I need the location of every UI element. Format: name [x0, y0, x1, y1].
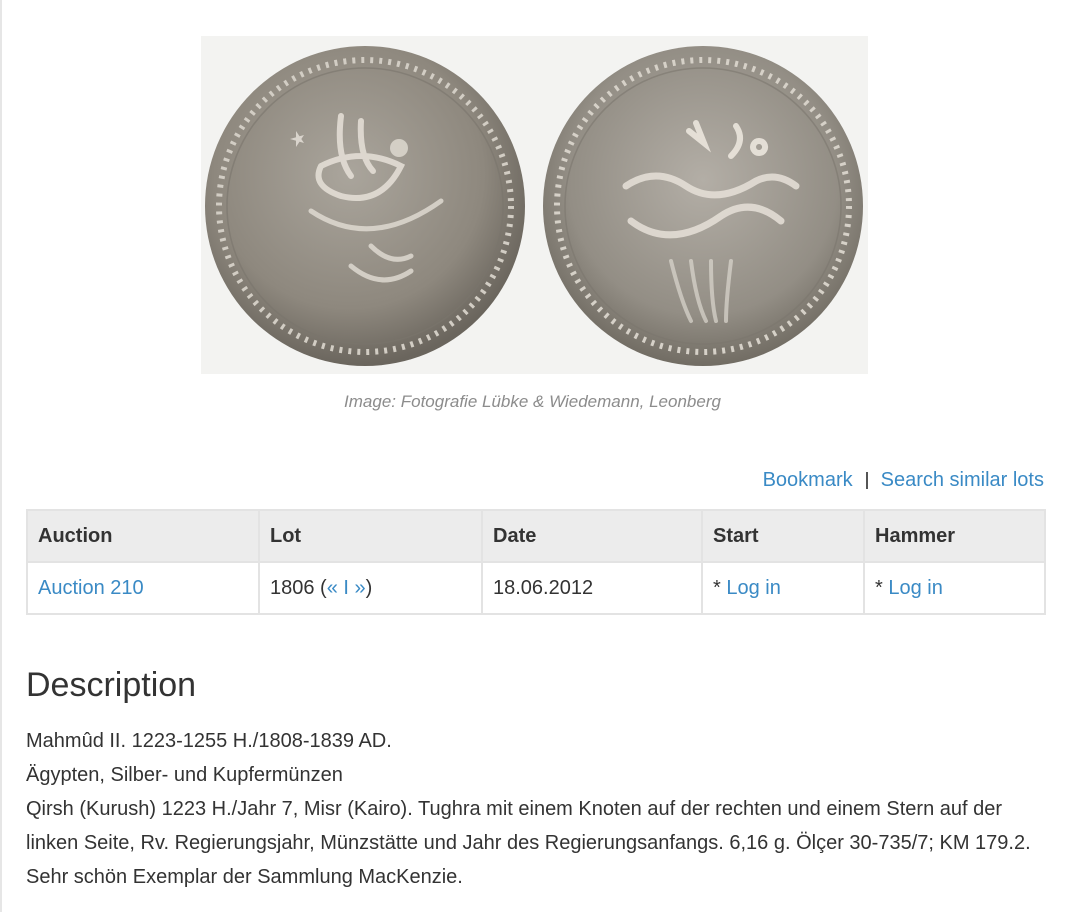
header-hammer: Hammer: [863, 509, 1046, 563]
description-body: Mahmûd II. 1223-1255 H./1808-1839 AD. Äg…: [26, 724, 1046, 894]
image-caption: Image: Fotografie Lübke & Wiedemann, Leo…: [344, 392, 721, 411]
start-asterisk: *: [713, 576, 727, 599]
table-header-row: Auction Lot Date Start Hammer: [26, 509, 1046, 563]
description-region: Ägypten, Silber- und Kupfermünzen: [26, 764, 343, 786]
left-border: [0, 0, 2, 912]
lot-paren-close: ): [365, 576, 373, 599]
hammer-asterisk: *: [875, 576, 889, 599]
description-heading: Description: [26, 666, 197, 704]
auction-table: Auction Lot Date Start Hammer Auction 21…: [26, 509, 1046, 615]
description-details: Qirsh (Kurush) 1223 H./Jahr 7, Misr (Kai…: [26, 798, 1031, 888]
start-login-link[interactable]: Log in: [726, 577, 781, 599]
auction-link[interactable]: Auction 210: [38, 577, 144, 599]
actions-separator: [865, 472, 868, 489]
description-ruler: Mahmûd II. 1223-1255 H./1808-1839 AD.: [26, 730, 392, 752]
header-lot: Lot: [258, 509, 483, 563]
header-auction: Auction: [26, 509, 260, 563]
cell-hammer: * Log in: [863, 561, 1046, 615]
lot-paren-open: (: [314, 576, 327, 599]
hammer-login-link[interactable]: Log in: [888, 577, 943, 599]
search-similar-lots-link[interactable]: Search similar lots: [881, 469, 1044, 492]
cell-lot: 1806 (« I »): [258, 561, 483, 615]
lot-actions: Bookmark Search similar lots: [763, 469, 1044, 492]
cell-start: * Log in: [701, 561, 865, 615]
cell-auction: Auction 210: [26, 561, 260, 615]
cell-date: 18.06.2012: [481, 561, 703, 615]
bookmark-link[interactable]: Bookmark: [763, 469, 853, 492]
table-row: Auction 210 1806 (« I ») 18.06.2012 * Lo…: [26, 561, 1046, 615]
next-lot-link[interactable]: »: [355, 577, 366, 599]
coin-reverse: [543, 46, 863, 366]
header-date: Date: [481, 509, 703, 563]
previous-lot-link[interactable]: «: [327, 577, 338, 599]
coin-obverse: [205, 46, 525, 366]
lot-nav-separator: I: [337, 576, 355, 599]
header-start: Start: [701, 509, 865, 563]
lot-number: 1806: [270, 576, 315, 599]
coin-image[interactable]: [201, 36, 868, 374]
